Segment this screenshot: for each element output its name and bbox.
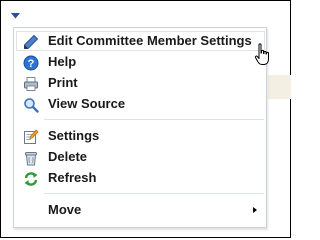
menu-item-delete[interactable]: Delete — [16, 147, 265, 167]
menu-item-label: View Source — [48, 96, 126, 111]
menu-item-refresh[interactable]: Refresh — [16, 168, 265, 188]
menu-separator — [44, 193, 264, 194]
menu-item-settings[interactable]: Settings — [16, 126, 265, 146]
menu-separator — [44, 119, 264, 120]
hand-pointer-cursor-icon — [254, 43, 269, 65]
menu-item-move[interactable]: Move — [16, 200, 265, 220]
context-menu: Edit Committee Member Settings ? Help Pr… — [13, 27, 267, 228]
submenu-arrow-icon — [253, 207, 257, 213]
menu-item-label: Delete — [48, 149, 88, 164]
trash-icon — [25, 152, 37, 166]
settings-icon — [24, 129, 39, 144]
menu-item-label: Settings — [48, 128, 100, 143]
menu-trigger-arrow-icon[interactable] — [11, 13, 20, 19]
menu-item-label: Refresh — [48, 170, 97, 185]
svg-text:?: ? — [28, 58, 35, 70]
menu-item-edit-committee-member-settings[interactable]: Edit Committee Member Settings — [16, 31, 265, 51]
background-bar — [268, 75, 291, 99]
menu-item-label: Edit Committee Member Settings — [48, 33, 252, 48]
menu-item-view-source[interactable]: View Source — [16, 94, 265, 114]
menu-item-help[interactable]: ? Help — [16, 52, 265, 72]
refresh-icon — [24, 172, 38, 186]
menu-item-label: Help — [48, 54, 77, 69]
menu-item-label: Move — [48, 202, 82, 217]
help-icon: ? — [23, 55, 39, 71]
printer-icon — [24, 77, 38, 91]
menu-item-label: Print — [48, 75, 78, 90]
magnifier-icon — [24, 98, 39, 113]
pencil-icon — [24, 34, 39, 49]
menu-item-print[interactable]: Print — [16, 73, 265, 93]
